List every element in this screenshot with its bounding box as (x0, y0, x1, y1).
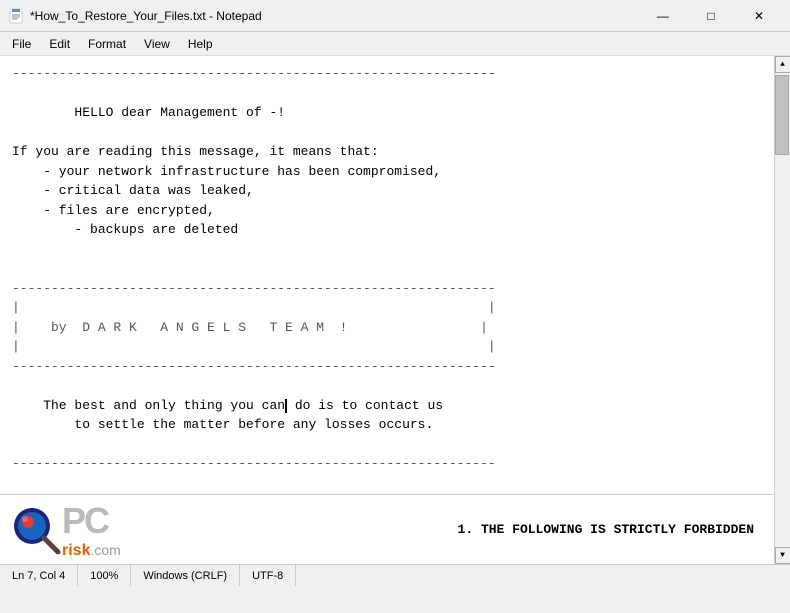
menu-bar: File Edit Format View Help (0, 32, 790, 56)
status-zoom: 100% (78, 565, 131, 586)
cursor-position: Ln 7, Col 4 (12, 570, 65, 582)
status-encoding: UTF-8 (240, 565, 296, 586)
line-ending: Windows (CRLF) (143, 570, 227, 582)
zoom-level: 100% (90, 570, 118, 582)
encoding: UTF-8 (252, 570, 283, 582)
pc-text: PC (62, 500, 108, 541)
editor-container: ----------------------------------------… (0, 56, 790, 564)
warning-label: 1. THE FOLLOWING IS STRICTLY FORBIDDEN (458, 522, 754, 537)
text-line-1: ----------------------------------------… (12, 66, 496, 81)
text-line-3: HELLO dear Management of -! (12, 105, 285, 120)
text-line-7: - critical data was leaked, (12, 183, 254, 198)
notepad-icon (8, 8, 24, 24)
text-line-18: The best and only thing you can do is to… (12, 398, 443, 413)
com-text: .com (90, 542, 120, 558)
text-line-19: to settle the matter before any losses o… (12, 417, 433, 432)
text-line-21: ----------------------------------------… (12, 456, 496, 471)
watermark-logo: PC risk.com (0, 500, 131, 560)
editor-textarea[interactable]: ----------------------------------------… (0, 56, 774, 564)
text-line-13: | | (12, 300, 496, 315)
titlebar-left: *How_To_Restore_Your_Files.txt - Notepad (8, 8, 262, 24)
text-line-14: | by D A R K A N G E L S T E A M ! | (12, 320, 488, 335)
scrollbar[interactable]: ▲ ▼ (774, 56, 790, 564)
menu-file[interactable]: File (4, 35, 39, 53)
status-line-ending: Windows (CRLF) (131, 565, 240, 586)
window-controls: — □ ✕ (640, 2, 782, 30)
menu-view[interactable]: View (136, 35, 178, 53)
window-title: *How_To_Restore_Your_Files.txt - Notepad (30, 9, 262, 23)
scroll-up-arrow[interactable]: ▲ (775, 56, 790, 73)
scroll-down-arrow[interactable]: ▼ (775, 547, 790, 564)
title-bar: *How_To_Restore_Your_Files.txt - Notepad… (0, 0, 790, 32)
maximize-button[interactable]: □ (688, 2, 734, 30)
minimize-button[interactable]: — (640, 2, 686, 30)
menu-format[interactable]: Format (80, 35, 134, 53)
magnifier-icon (10, 504, 62, 556)
status-bar: Ln 7, Col 4 100% Windows (CRLF) UTF-8 (0, 564, 790, 586)
text-line-16: ----------------------------------------… (12, 359, 496, 374)
text-line-6: - your network infrastructure has been c… (12, 164, 441, 179)
text-line-8: - files are encrypted, (12, 203, 215, 218)
status-position: Ln 7, Col 4 (0, 565, 78, 586)
text-line-5: If you are reading this message, it mean… (12, 144, 379, 159)
close-button[interactable]: ✕ (736, 2, 782, 30)
scroll-thumb[interactable] (775, 75, 789, 155)
scroll-track[interactable] (775, 73, 790, 547)
text-line-9: - backups are deleted (12, 222, 238, 237)
pc-logo-text: PC risk.com (62, 500, 121, 560)
menu-help[interactable]: Help (180, 35, 221, 53)
text-line-15: | | (12, 339, 496, 354)
menu-edit[interactable]: Edit (41, 35, 78, 53)
risk-text: risk (62, 542, 90, 559)
watermark-warning-text: 1. THE FOLLOWING IS STRICTLY FORBIDDEN (131, 522, 774, 537)
watermark-bar: PC risk.com 1. THE FOLLOWING IS STRICTLY… (0, 494, 774, 564)
text-line-12: ----------------------------------------… (12, 281, 496, 296)
